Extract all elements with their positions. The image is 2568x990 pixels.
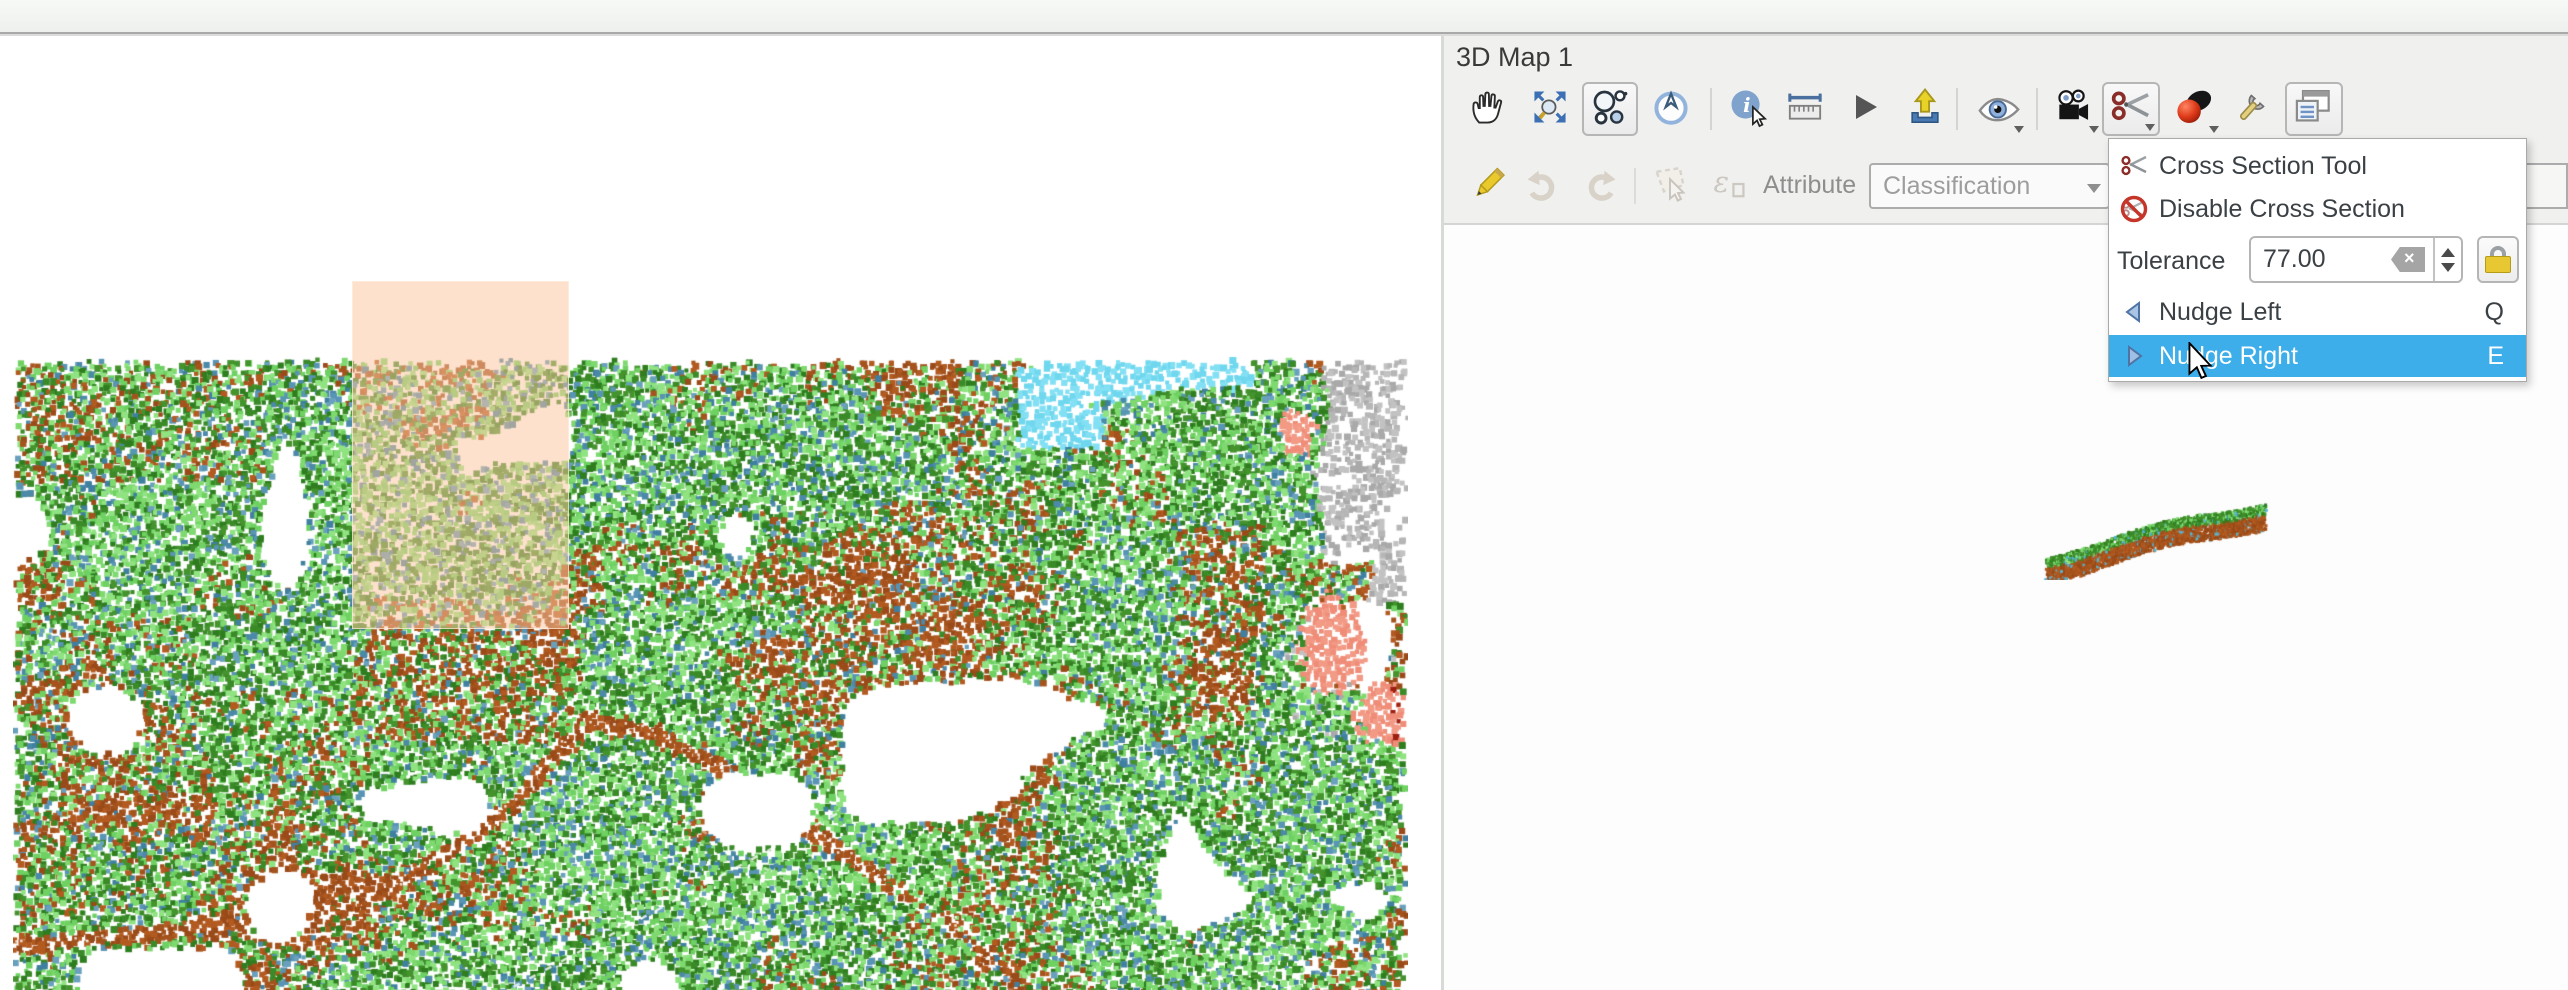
chevron-down-icon: [2145, 124, 2155, 131]
svg-text:ε: ε: [1713, 164, 1729, 198]
measure-icon: [1784, 86, 1826, 133]
tolerance-value[interactable]: 77.00: [2251, 245, 2391, 274]
attribute-combobox[interactable]: Classification: [1869, 163, 2110, 209]
zoom-full-button[interactable]: [1524, 82, 1576, 136]
identify-icon: i: [1726, 85, 1770, 134]
panel-title: 3D Map 1: [1456, 42, 1573, 73]
lock-button[interactable]: [2477, 236, 2519, 283]
disable-cross-section-icon: [2119, 194, 2149, 224]
play-animation-icon: [1847, 89, 1883, 130]
play-animation-button[interactable]: [1839, 82, 1891, 136]
dock-toggle-button[interactable]: [2285, 82, 2343, 136]
compass-button[interactable]: [1645, 82, 1697, 136]
dock-window-icon: [2292, 85, 2336, 134]
qgis-window: 3D Map 1: [0, 0, 2568, 990]
measure-button[interactable]: [1779, 82, 1831, 136]
spin-up-icon[interactable]: [2441, 248, 2455, 257]
pencil-icon: [1467, 163, 1509, 210]
toolbar-separator: [2036, 88, 2038, 130]
cross-section-button[interactable]: [2102, 82, 2160, 136]
triangle-right-icon: [2119, 341, 2149, 371]
configure-button[interactable]: [2226, 82, 2278, 136]
toggle-editing-button[interactable]: [1465, 161, 1511, 211]
point-cloud-map[interactable]: [13, 353, 1408, 990]
cross-section-slice: [2038, 490, 2273, 580]
spin-down-icon[interactable]: [2441, 263, 2455, 272]
chevron-down-icon: [2014, 126, 2024, 133]
tolerance-label: Tolerance: [2117, 247, 2225, 276]
menu-item-cross-section-tool[interactable]: Cross Section Tool: [2109, 145, 2526, 187]
triangle-left-icon: [2119, 297, 2149, 327]
navigation-widget-button[interactable]: [1582, 82, 1638, 136]
map-2d-viewport[interactable]: [0, 36, 1441, 990]
identify-button[interactable]: i: [1721, 82, 1775, 136]
export-button[interactable]: [1899, 82, 1951, 136]
attribute-label: Attribute: [1763, 171, 1856, 200]
cross-section-menu: Cross Section Tool Disable Cross Section…: [2108, 138, 2527, 382]
pan-hand-icon: [1467, 87, 1507, 132]
navigation-widget-icon: [1590, 87, 1630, 132]
menu-item-nudge-right[interactable]: Nudge Right E: [2109, 335, 2526, 377]
compass-icon: [1650, 86, 1692, 133]
redo-icon: [1580, 164, 1620, 209]
menu-item-label: Cross Section Tool: [2159, 152, 2367, 181]
attribute-combobox-value: Classification: [1871, 172, 2030, 201]
change-attribute-button[interactable]: ε: [1706, 161, 1752, 211]
menu-shortcut: Q: [2485, 298, 2504, 327]
svg-text:i: i: [1743, 93, 1750, 116]
chevron-down-icon: [2089, 126, 2099, 133]
visibility-button[interactable]: [1971, 82, 2027, 136]
chevron-down-icon: [2209, 126, 2219, 133]
camera-views-button[interactable]: [2046, 82, 2102, 136]
toolbar-separator: [1956, 88, 1958, 130]
epsilon-icon: ε: [1709, 164, 1749, 209]
menu-item-nudge-left[interactable]: Nudge Left Q: [2109, 291, 2526, 333]
mouse-cursor: [2187, 342, 2213, 385]
toolbar-separator: [1710, 88, 1712, 130]
undo-icon: [1523, 164, 1563, 209]
cross-section-selection-rect: [352, 281, 569, 629]
select-points-button[interactable]: [1644, 161, 1696, 211]
wrench-icon: [2231, 86, 2273, 133]
undo-button[interactable]: [1520, 161, 1566, 211]
menu-item-disable-cross-section[interactable]: Disable Cross Section: [2109, 187, 2526, 231]
spinbox-arrows[interactable]: [2433, 238, 2461, 281]
toolbar-separator: [1634, 168, 1636, 204]
top-strip: [0, 0, 2568, 34]
chevron-down-icon: [2087, 184, 2101, 193]
menu-shortcut: E: [2487, 342, 2504, 371]
menu-item-label: Nudge Left: [2159, 298, 2281, 327]
menu-item-tolerance: Tolerance 77.00 ×: [2109, 233, 2526, 289]
redo-button[interactable]: [1577, 161, 1623, 211]
tolerance-spinbox[interactable]: 77.00 ×: [2249, 236, 2463, 283]
zoom-full-icon: [1530, 87, 1570, 132]
shadow-button[interactable]: [2166, 82, 2222, 136]
menu-item-label: Disable Cross Section: [2159, 195, 2405, 224]
clear-icon[interactable]: ×: [2391, 247, 2425, 272]
export-icon: [1904, 86, 1946, 133]
menu-item-label: Nudge Right: [2159, 342, 2298, 371]
select-polygon-icon: [1648, 162, 1692, 211]
scissors-icon: [2119, 151, 2149, 181]
camera-pan-button[interactable]: [1461, 82, 1513, 136]
